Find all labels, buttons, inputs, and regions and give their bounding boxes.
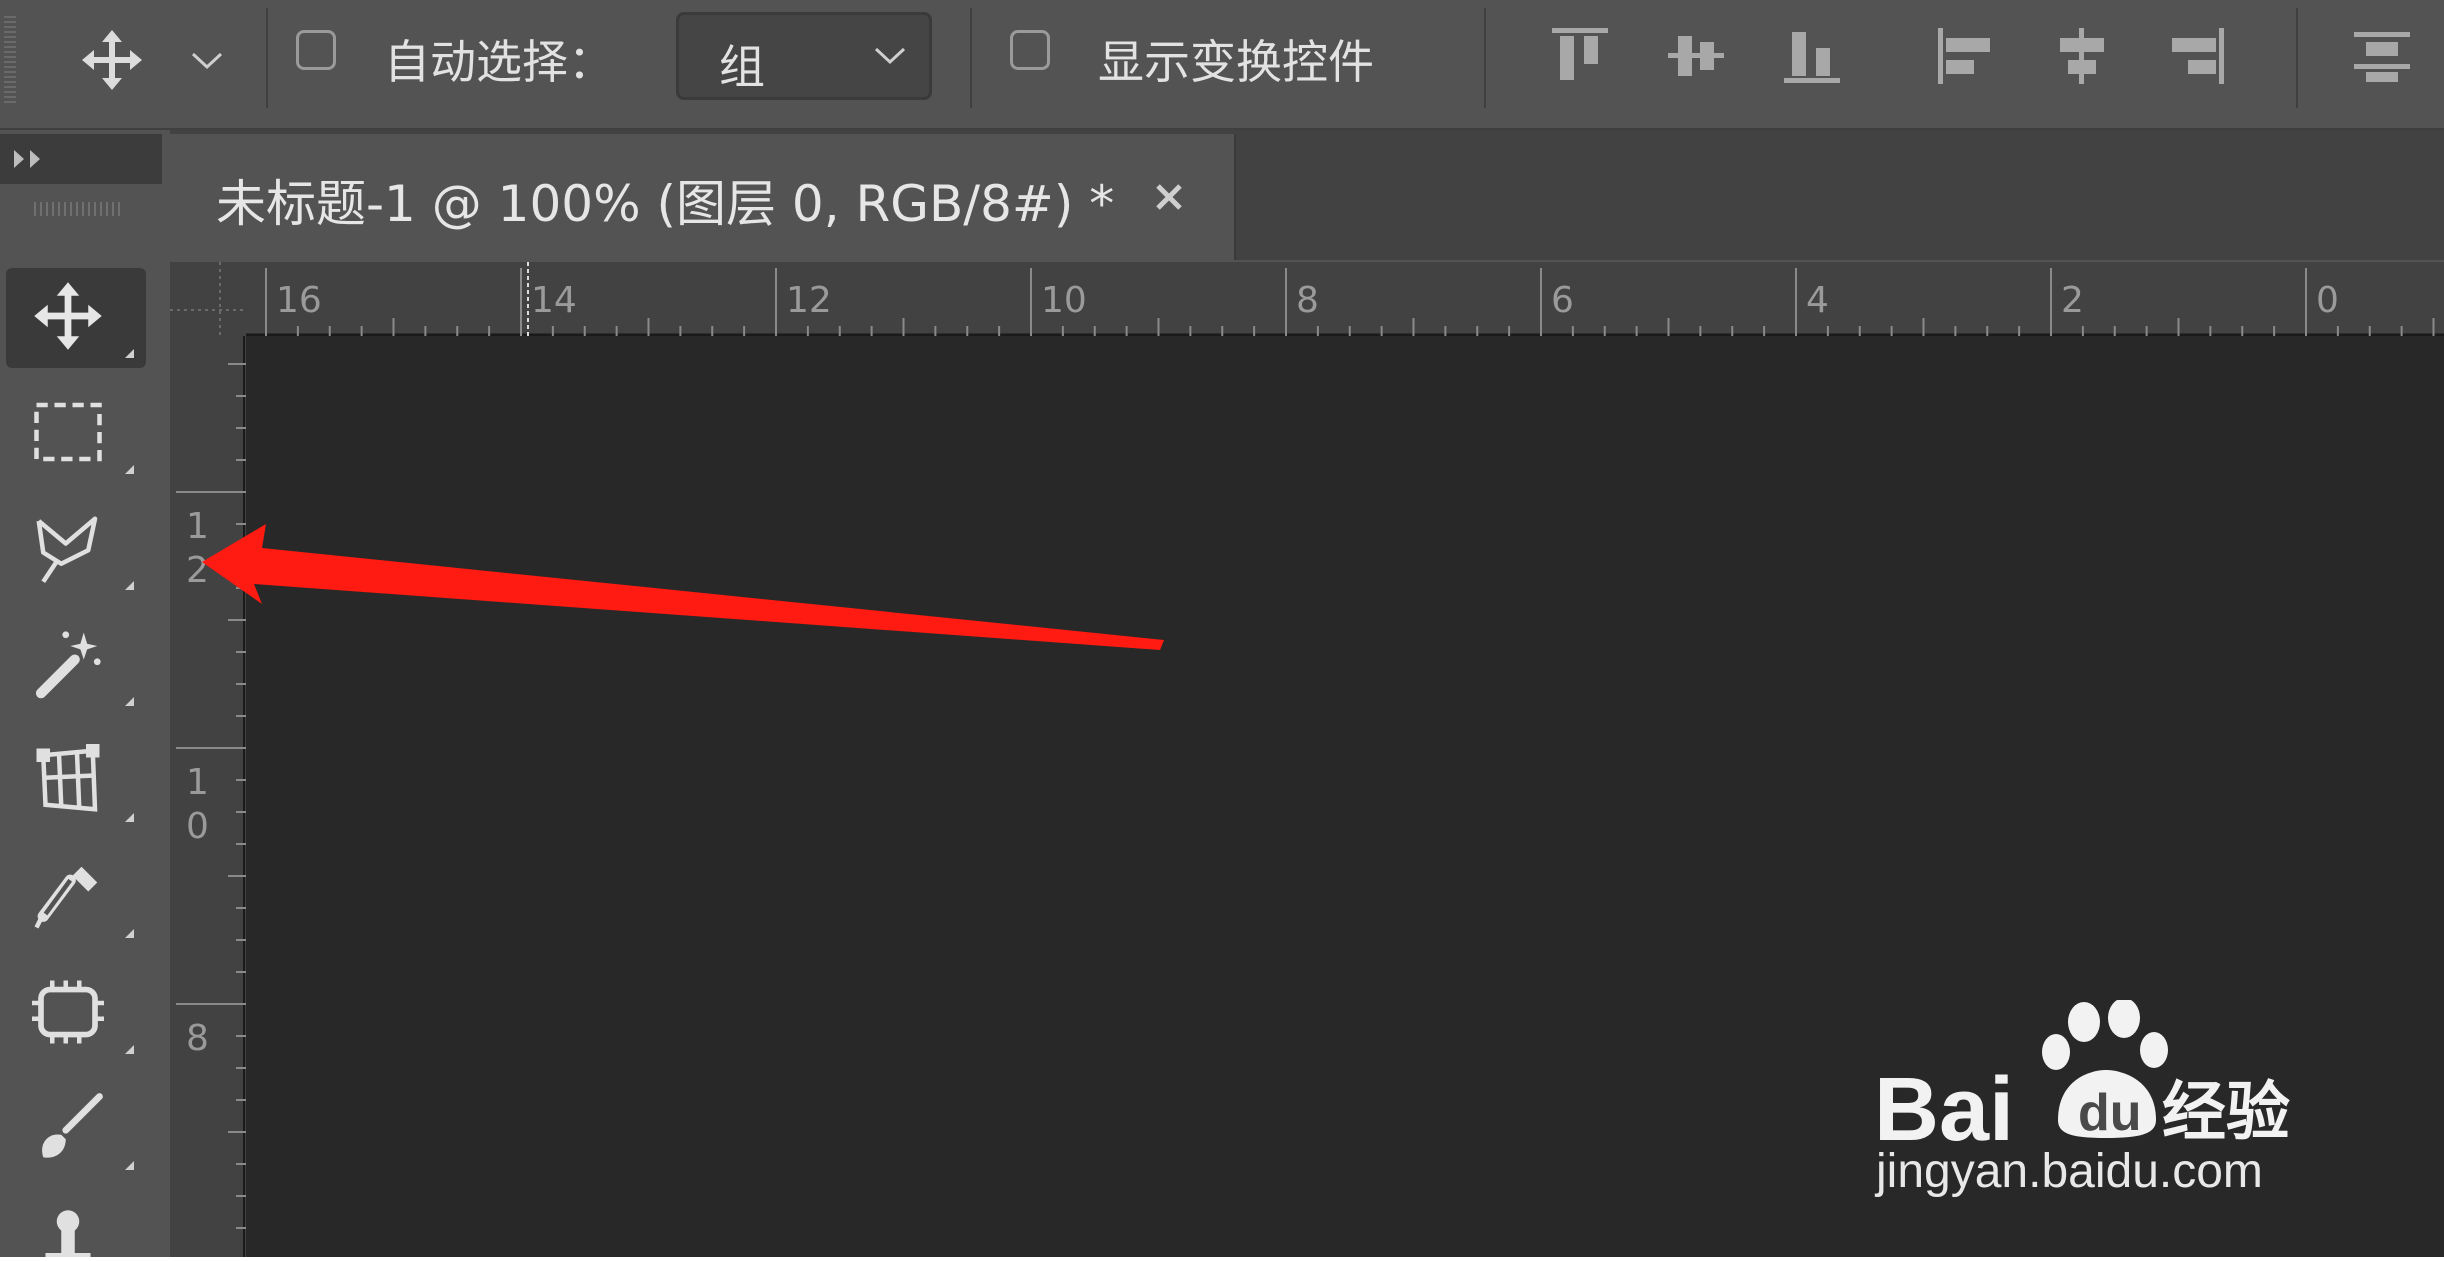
watermark-url: jingyan.baidu.com [1876,1145,2263,1198]
baidu-jingyan-logo: du Bai 经验 [1874,1000,2290,1160]
svg-text:经验: 经验 [2162,1076,2290,1150]
photoshop-window: 自动选择： 组 显示变换控件 未标题-1 @ 100% (图层 0, RGB/8… [0,0,2444,1261]
svg-text:du: du [2078,1084,2142,1142]
